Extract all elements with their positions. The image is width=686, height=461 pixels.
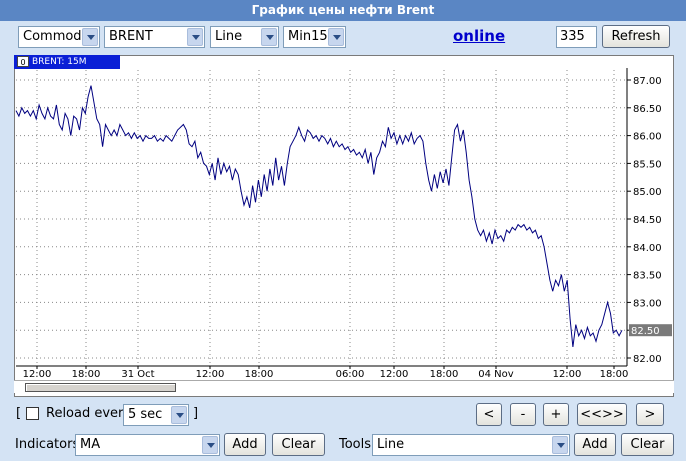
zoom-in-button[interactable]: + <box>543 403 569 426</box>
y-tick-label: 84.50 <box>633 215 662 226</box>
y-tick-label: 86.50 <box>633 104 662 115</box>
chevron-down-icon <box>552 436 568 454</box>
y-tick-label: 87.00 <box>633 76 662 87</box>
current-price-label: 82.50 <box>631 326 660 337</box>
y-tick-label: 86.00 <box>633 132 662 143</box>
reload-interval-select[interactable]: 5 sec <box>123 404 189 426</box>
price-series-line <box>15 85 623 347</box>
chevron-down-icon <box>202 436 218 454</box>
tools-clear-button[interactable]: Clear <box>621 433 674 456</box>
reload-interval-value: 5 sec <box>128 407 163 422</box>
y-tick-label: 82.00 <box>633 354 662 365</box>
reload-open-bracket: [ <box>16 406 22 421</box>
chevron-down-icon <box>171 406 187 424</box>
y-tick-label: 83.00 <box>633 298 662 309</box>
x-tick-label: 18:00 <box>72 369 101 380</box>
y-tick-label: 85.50 <box>633 159 662 170</box>
chart-series-tab[interactable]: 0 BRENT: 15M <box>14 55 120 69</box>
tools-label: Tools <box>339 437 372 452</box>
indicators-add-button[interactable]: Add <box>224 433 266 456</box>
zoom-out-button[interactable]: - <box>510 403 536 426</box>
series-index-box: 0 <box>17 56 29 67</box>
scroll-forward-button[interactable]: > <box>636 403 664 426</box>
fit-all-button[interactable]: <<>> <box>577 403 627 426</box>
tools-select-value: Line <box>377 437 405 452</box>
x-tick-label: 18:00 <box>430 369 459 380</box>
x-tick-label: 12:00 <box>23 369 52 380</box>
y-tick-label: 84.00 <box>633 243 662 254</box>
indicators-clear-button[interactable]: Clear <box>272 433 325 456</box>
reload-close-bracket: ] <box>193 406 199 421</box>
y-tick-label: 83.50 <box>633 271 662 282</box>
tools-add-button[interactable]: Add <box>574 433 616 456</box>
chart-scrollbar[interactable] <box>14 380 674 393</box>
indicators-label: Indicators <box>15 437 80 452</box>
reload-checkbox[interactable] <box>26 407 39 420</box>
x-tick-label: 31 Oct <box>121 369 154 380</box>
x-tick-label: 18:00 <box>245 369 274 380</box>
x-tick-label: 04 Nov <box>478 369 514 380</box>
tools-select[interactable]: Line <box>372 434 570 456</box>
x-tick-label: 06:00 <box>336 369 365 380</box>
indicators-select-value: MA <box>80 437 101 452</box>
x-tick-label: 18:00 <box>600 369 629 380</box>
x-tick-label: 12:00 <box>380 369 409 380</box>
x-tick-label: 12:00 <box>553 369 582 380</box>
y-tick-label: 85.00 <box>633 187 662 198</box>
scrollbar-thumb[interactable] <box>25 383 176 392</box>
series-tab-label: BRENT: 15M <box>32 57 87 67</box>
reload-label: Reload every <box>46 406 132 421</box>
scroll-back-button[interactable]: < <box>476 403 502 426</box>
x-tick-label: 12:00 <box>196 369 225 380</box>
indicators-select[interactable]: MA <box>75 434 220 456</box>
